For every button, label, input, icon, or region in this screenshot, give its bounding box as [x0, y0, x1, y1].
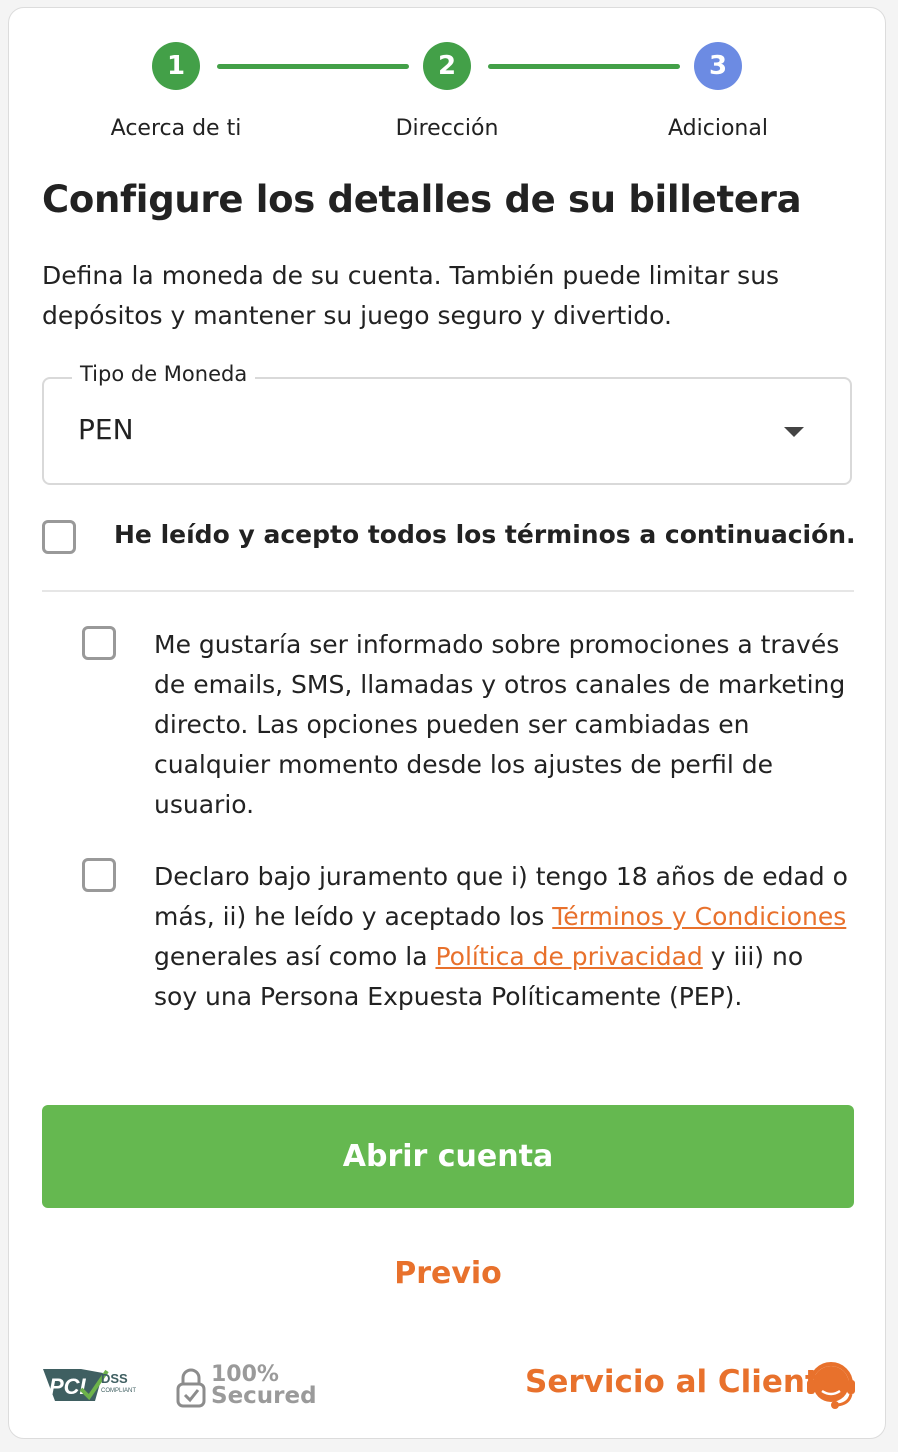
- step-connector-2: [488, 64, 680, 69]
- step-2-circle: 2: [423, 42, 471, 90]
- currency-select[interactable]: Tipo de Moneda PEN: [42, 362, 852, 485]
- step-3-circle: 3: [694, 42, 742, 90]
- accept-all-label: He leído y acepto todos los términos a c…: [114, 520, 856, 549]
- svg-text:COMPLIANT: COMPLIANT: [101, 1388, 136, 1394]
- step-2-label: Dirección: [395, 116, 499, 141]
- secured-badge: 100% Secured: [175, 1362, 317, 1414]
- marketing-consent-checkbox[interactable]: [82, 626, 116, 660]
- accept-all-checkbox[interactable]: [42, 520, 76, 554]
- currency-select-value: PEN: [78, 413, 134, 446]
- step-connector-1: [217, 64, 409, 69]
- svg-text:DSS: DSS: [101, 1371, 128, 1386]
- terms-link[interactable]: Términos y Condiciones: [552, 902, 846, 931]
- marketing-consent-text: Me gustaría ser informado sobre promocio…: [154, 630, 846, 819]
- page-title: Configure los detalles de su billetera: [42, 178, 802, 221]
- divider: [42, 590, 854, 592]
- step-1-label: Acerca de ti: [110, 116, 242, 141]
- declaration-checkbox[interactable]: [82, 858, 116, 892]
- page-subtitle: Defina la moneda de su cuenta. También p…: [42, 261, 780, 330]
- caret-down-icon: [784, 427, 804, 437]
- declaration-text: Declaro bajo juramento que i) tengo 18 a…: [154, 862, 848, 1011]
- step-3-label: Adicional: [668, 116, 768, 141]
- privacy-link[interactable]: Política de privacidad: [435, 942, 702, 971]
- svg-text:PCI: PCI: [49, 1374, 87, 1399]
- customer-service-link[interactable]: Servicio al Cliente: [525, 1364, 841, 1400]
- previous-button[interactable]: Previo: [42, 1256, 854, 1291]
- secured-label: Secured: [211, 1383, 317, 1409]
- wallet-setup-card: 1 2 3 Acerca de ti Dirección Adicional C…: [8, 7, 886, 1439]
- open-account-button[interactable]: Abrir cuenta: [42, 1105, 854, 1208]
- headset-icon[interactable]: [807, 1360, 855, 1414]
- pci-dss-logo: PCI DSS COMPLIANT: [41, 1363, 149, 1411]
- currency-select-label: Tipo de Moneda: [72, 362, 256, 386]
- step-1-circle: 1: [152, 42, 200, 90]
- lock-icon: [176, 1368, 206, 1408]
- customer-service-label: Servicio al Cliente: [525, 1364, 841, 1400]
